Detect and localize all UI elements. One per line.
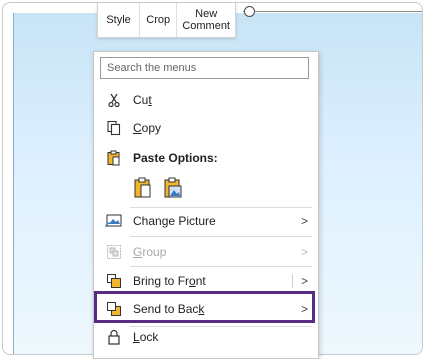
menu-item-bring-to-front[interactable]: Bring to Front > — [94, 267, 318, 295]
menu-item-label: Copy — [133, 121, 162, 135]
submenu-arrow-icon: > — [300, 245, 308, 259]
paste-options-label: Paste Options: — [133, 151, 218, 165]
menu-item-group: Group > — [94, 238, 318, 266]
copy-icon — [104, 118, 124, 138]
menu-item-label: Bring to Front — [133, 274, 206, 288]
scissors-icon — [104, 90, 124, 110]
menu-item-label: Send to Back — [133, 302, 205, 316]
menu-item-change-picture[interactable]: Change Picture > — [94, 207, 318, 235]
change-picture-icon — [104, 211, 124, 231]
group-icon — [104, 242, 124, 262]
bring-to-front-icon — [104, 271, 124, 291]
separator — [130, 236, 312, 237]
mini-toolbar: Style Crop New Comment — [97, 3, 236, 38]
menu-item-paste-options: Paste Options: — [94, 144, 318, 172]
style-button[interactable]: Style — [98, 3, 139, 37]
menu-item-copy[interactable]: Copy — [94, 114, 318, 142]
context-menu: Search the menus Cut Copy Paste Options:… — [93, 51, 319, 359]
submenu-arrow-icon[interactable]: > — [301, 302, 308, 316]
crop-button[interactable]: Crop — [139, 3, 176, 37]
split-divider — [292, 274, 293, 288]
send-to-back-icon — [104, 299, 124, 319]
paste-options-group — [132, 176, 184, 200]
menu-item-label: Group — [133, 245, 167, 259]
paste-as-picture-icon[interactable] — [162, 176, 184, 200]
selection-border — [243, 11, 422, 12]
menu-item-send-to-back[interactable]: Send to Back > — [94, 295, 318, 323]
new-comment-label-line1: New — [195, 8, 218, 20]
search-menus-input[interactable]: Search the menus — [100, 57, 309, 79]
menu-item-lock[interactable]: Lock — [94, 323, 318, 351]
lock-icon — [104, 327, 124, 347]
menu-item-label: Lock — [133, 330, 159, 344]
submenu-arrow-icon[interactable]: > — [301, 274, 308, 288]
menu-item-label: Cut — [133, 93, 152, 107]
menu-item-cut[interactable]: Cut — [94, 86, 318, 114]
submenu-arrow-icon: > — [300, 214, 308, 228]
paste-icon — [104, 148, 124, 168]
keep-source-formatting-icon[interactable] — [132, 176, 154, 200]
new-comment-label-line2: Comment — [182, 20, 230, 32]
menu-item-label: Change Picture — [133, 214, 216, 228]
new-comment-button[interactable]: New Comment — [176, 3, 235, 37]
rotation-handle[interactable] — [244, 6, 255, 17]
